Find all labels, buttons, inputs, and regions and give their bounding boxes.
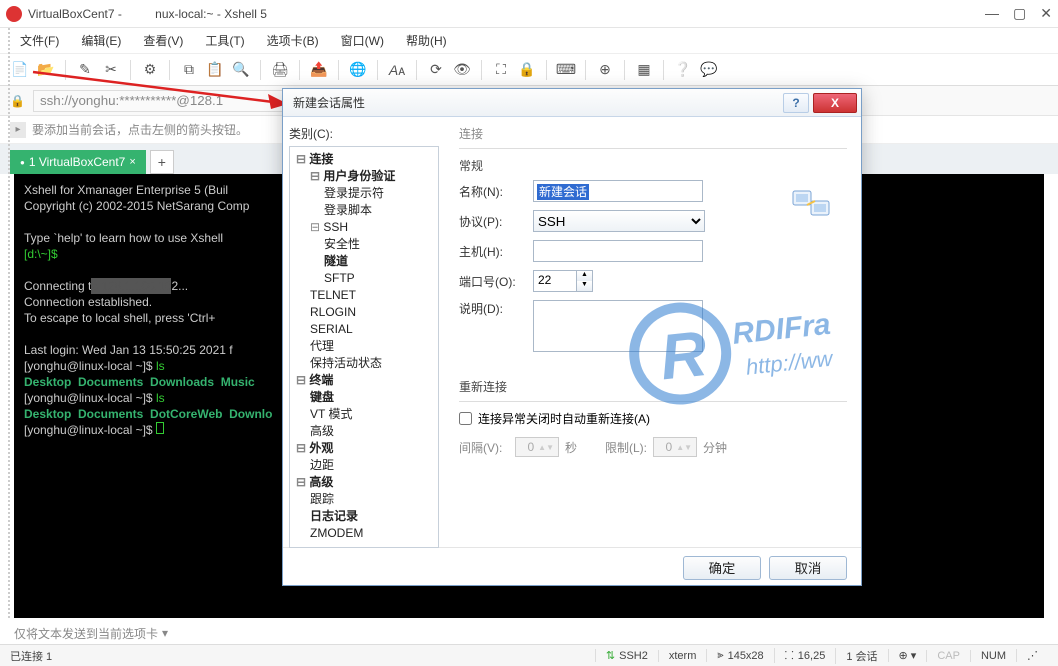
protocol-select[interactable]: SSH (533, 210, 705, 232)
lock-small-icon: 🔒 (10, 94, 25, 108)
desc-field[interactable] (533, 300, 703, 352)
status-connected: 已连接 1 (10, 648, 52, 664)
status-ssh: ⇅SSH2 (595, 649, 658, 662)
send-bar: 仅将文本发送到当前选项卡 ▾ (14, 622, 1044, 644)
lock-icon[interactable]: 🔒 (517, 60, 537, 80)
menu-view[interactable]: 查看(V) (137, 29, 189, 52)
copy-icon[interactable]: ⧉ (179, 60, 199, 80)
menu-file[interactable]: 文件(F) (14, 29, 65, 52)
status-bar: 已连接 1 ⇅SSH2 xterm ⫸ 145x28 ⸬ 16,25 1 会话 … (0, 644, 1058, 666)
new-session-dialog: 新建会话属性 ? X 类别(C): ⊟ 连接 ⊟ 用户身份验证 登录提示符 登录… (282, 88, 862, 586)
status-bell: ⊕ ▾ (888, 649, 927, 662)
name-field[interactable]: 新建会话 (533, 180, 703, 202)
menubar: 文件(F) 编辑(E) 查看(V) 工具(T) 选项卡(B) 窗口(W) 帮助(… (0, 28, 1058, 54)
toolbar: 📄 📂 ✎ ✂︎ ⚙ ⧉ 📋 🔍 🖨 📤 🌐 Aᴀ ⟳ 👁 ⛶ 🔒 ⌨ ⊕ ▦ … (0, 54, 1058, 86)
menu-help[interactable]: 帮助(H) (400, 29, 453, 52)
ok-button[interactable]: 确定 (683, 556, 761, 580)
status-term: xterm (658, 650, 707, 662)
keyboard-icon[interactable]: ⌨ (556, 60, 576, 80)
edit-icon[interactable]: ✎ (75, 60, 95, 80)
grid-icon[interactable]: ▦ (634, 60, 654, 80)
paste-icon[interactable]: 📋 (205, 60, 225, 80)
form-title: 连接 (459, 125, 847, 142)
status-pos: ⸬ 16,25 (774, 648, 836, 663)
interval-field: 0▲▼ (515, 437, 559, 457)
interval-label: 间隔(V): (459, 439, 509, 456)
dialog-title: 新建会话属性 (293, 94, 783, 111)
bookmark-add-icon[interactable]: ▸ (10, 122, 26, 138)
session-tab[interactable]: ● 1 VirtualBoxCent7 × (10, 150, 146, 174)
close-window-button[interactable]: ✕ (1040, 5, 1052, 22)
status-sess: 1 会话 (835, 648, 887, 664)
category-tree[interactable]: ⊟ 连接 ⊟ 用户身份验证 登录提示符 登录脚本 ⊟ SSH 安全性 隧道 SF… (289, 146, 439, 548)
add-tab-button[interactable]: + (150, 150, 174, 174)
port-label: 端口号(O): (459, 273, 533, 290)
refresh-icon[interactable]: ⟳ (426, 60, 446, 80)
menu-tab[interactable]: 选项卡(B) (261, 29, 325, 52)
name-label: 名称(N): (459, 183, 533, 200)
port-stepper[interactable]: 22▲▼ (533, 270, 593, 292)
help-icon[interactable]: ❔ (673, 60, 693, 80)
group-general: 常规 (459, 157, 847, 174)
limit-field: 0▲▼ (653, 437, 697, 457)
tab-label: 1 VirtualBoxCent7 (29, 155, 126, 169)
menu-window[interactable]: 窗口(W) (335, 29, 390, 52)
minimize-button[interactable]: — (985, 5, 999, 22)
status-resize-grip[interactable]: ⋰ (1016, 649, 1048, 662)
app-icon (6, 6, 22, 22)
dialog-titlebar[interactable]: 新建会话属性 ? X (283, 89, 861, 117)
open-icon[interactable]: 📂 (36, 60, 56, 80)
transfer-icon[interactable]: 📤 (309, 60, 329, 80)
eye-icon[interactable]: 👁 (452, 60, 472, 80)
settings-icon[interactable]: ⚙ (140, 60, 160, 80)
window-title: VirtualBoxCent7 - nux-local:~ - Xshell 5 (28, 7, 985, 21)
menu-edit[interactable]: 编辑(E) (75, 29, 127, 52)
cut-icon[interactable]: ✂︎ (101, 60, 121, 80)
status-num: NUM (970, 650, 1016, 662)
new-session-icon[interactable]: 📄 (10, 60, 30, 80)
reconnect-label: 连接异常关闭时自动重新连接(A) (478, 410, 650, 427)
font-icon[interactable]: Aᴀ (387, 60, 407, 80)
host-field[interactable] (533, 240, 703, 262)
cancel-button[interactable]: 取消 (769, 556, 847, 580)
dialog-help-button[interactable]: ? (783, 93, 809, 113)
category-label: 类别(C): (289, 125, 439, 142)
min-unit: 分钟 (703, 439, 727, 456)
maximize-button[interactable]: ▢ (1013, 5, 1026, 22)
add-icon[interactable]: ⊕ (595, 60, 615, 80)
status-size: ⫸ 145x28 (706, 649, 773, 662)
desc-label: 说明(D): (459, 300, 533, 317)
group-reconnect: 重新连接 (459, 378, 847, 395)
find-icon[interactable]: 🔍 (231, 60, 251, 80)
tab-close-icon[interactable]: × (129, 156, 135, 168)
print-icon[interactable]: 🖨 (270, 60, 290, 80)
status-cap: CAP (926, 650, 970, 662)
network-icon (791, 187, 831, 221)
protocol-label: 协议(P): (459, 213, 533, 230)
fullscreen-icon[interactable]: ⛶ (491, 60, 511, 80)
chat-icon[interactable]: 💬 (699, 60, 719, 80)
window-titlebar: VirtualBoxCent7 - nux-local:~ - Xshell 5… (0, 0, 1058, 28)
menu-tools[interactable]: 工具(T) (199, 29, 250, 52)
host-label: 主机(H): (459, 243, 533, 260)
address-input[interactable] (33, 90, 313, 112)
sec-unit: 秒 (565, 439, 577, 456)
limit-label: 限制(L): (605, 439, 647, 456)
hint-text: 要添加当前会话，点击左侧的箭头按钮。 (32, 121, 248, 138)
send-bar-text: 仅将文本发送到当前选项卡 (14, 625, 158, 642)
send-dropdown-icon[interactable]: ▾ (162, 626, 168, 640)
dialog-close-button[interactable]: X (813, 93, 857, 113)
globe-icon[interactable]: 🌐 (348, 60, 368, 80)
reconnect-checkbox[interactable] (459, 412, 472, 425)
